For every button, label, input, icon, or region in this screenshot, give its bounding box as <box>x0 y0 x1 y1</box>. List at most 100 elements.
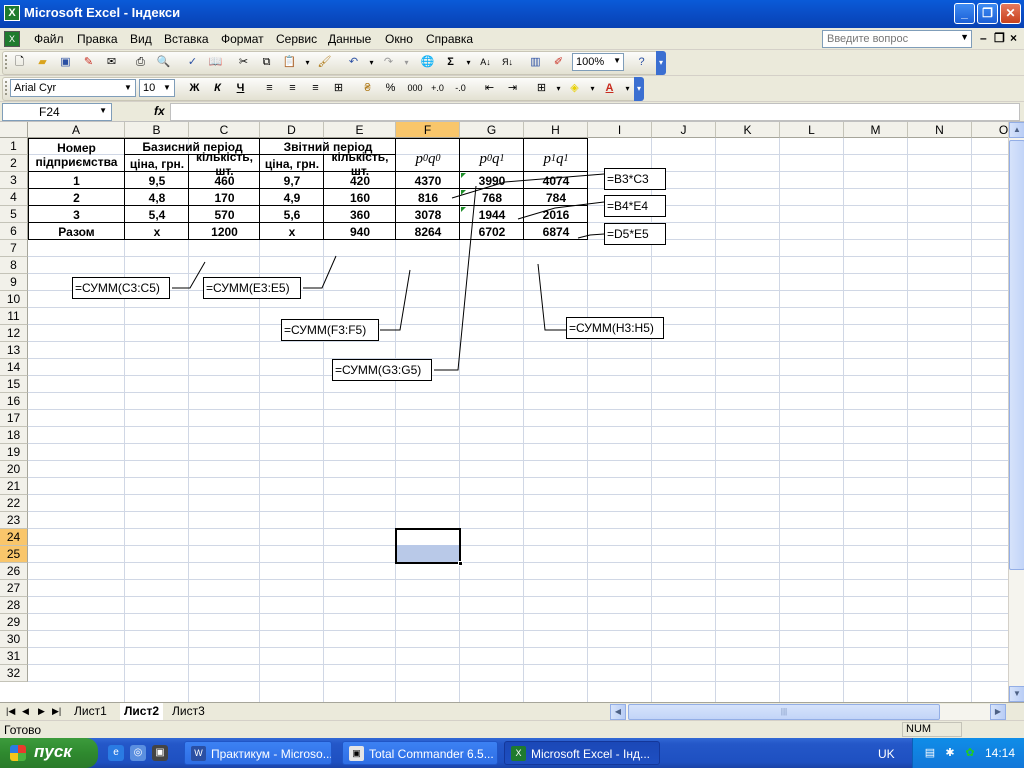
chevron-down-icon[interactable]: ▼ <box>99 106 107 115</box>
callout-sum-f[interactable]: =СУММ(F3:F5) <box>281 319 379 341</box>
start-button[interactable]: пуск <box>0 738 98 768</box>
sort-descending-icon[interactable]: Я↓ <box>500 55 515 70</box>
document-icon[interactable]: X <box>4 31 20 47</box>
format-painter-icon[interactable]: 🖌 <box>317 55 332 70</box>
sort-ascending-icon[interactable]: A↓ <box>478 55 493 70</box>
sheet-tab-2[interactable]: Лист2 <box>120 703 164 720</box>
undo-icon[interactable]: ↶ <box>346 55 361 70</box>
borders-icon[interactable]: ⊞ <box>534 81 549 96</box>
name-box[interactable]: F24 ▼ <box>2 103 112 121</box>
restore-button[interactable]: ❐ <box>977 3 998 24</box>
sheet-tab-1[interactable]: Лист1 <box>70 703 111 720</box>
internet-explorer-icon[interactable]: e <box>108 745 124 761</box>
save-disk-icon[interactable]: ▣ <box>152 745 168 761</box>
horizontal-scrollbar[interactable]: ◀ ||| ▶ <box>610 704 1006 720</box>
next-sheet-icon[interactable]: ▶ <box>38 706 45 717</box>
chevron-down-icon[interactable]: ▼ <box>613 56 621 65</box>
save-icon[interactable]: ▣ <box>58 55 73 70</box>
settings-tray-icon[interactable]: ✿ <box>963 746 977 760</box>
callout-b4e4[interactable]: =B4*E4 <box>604 195 666 217</box>
paste-dropdown-icon[interactable]: ▾ <box>300 55 315 70</box>
toolbar-grip[interactable] <box>5 81 8 95</box>
menu-file[interactable]: Файл <box>34 32 64 46</box>
scroll-right-icon[interactable]: ▶ <box>990 704 1006 720</box>
font-size-select[interactable]: 10 ▼ <box>139 79 175 97</box>
email-icon[interactable]: ✉ <box>104 55 119 70</box>
menu-window[interactable]: Окно <box>385 32 413 46</box>
drawing-icon[interactable]: ✐ <box>551 55 566 70</box>
permission-icon[interactable]: ✎ <box>81 55 96 70</box>
horizontal-scroll-thumb[interactable]: ||| <box>628 704 940 720</box>
menu-tools[interactable]: Сервис <box>276 32 317 46</box>
cut-icon[interactable]: ✂ <box>236 55 251 70</box>
hyperlink-icon[interactable]: 🌐 <box>420 55 435 70</box>
doc-minimize-button[interactable]: – <box>980 31 987 45</box>
underline-button[interactable]: Ч <box>233 81 248 96</box>
toolbar-grip[interactable] <box>5 55 8 69</box>
vertical-scrollbar[interactable]: ▲ ▼ <box>1008 122 1024 702</box>
fill-color-icon[interactable]: ◈ <box>567 81 582 96</box>
chevron-down-icon[interactable]: ▼ <box>960 32 969 42</box>
toolbar-options-icon[interactable]: ▾ <box>656 51 666 75</box>
chart-wizard-icon[interactable]: ▥ <box>528 55 543 70</box>
autosum-dropdown-icon[interactable]: ▾ <box>461 55 476 70</box>
font-color-icon[interactable]: A <box>602 81 617 96</box>
network-icon[interactable]: ▤ <box>923 746 937 760</box>
menu-help[interactable]: Справка <box>426 32 473 46</box>
currency-icon[interactable]: ₴ <box>360 81 375 96</box>
align-right-icon[interactable]: ≡ <box>308 81 323 96</box>
task-total-commander[interactable]: ▣ Total Commander 6.5... <box>342 741 498 765</box>
align-left-icon[interactable]: ≡ <box>262 81 277 96</box>
menu-format[interactable]: Формат <box>221 32 264 46</box>
borders-dropdown-icon[interactable]: ▾ <box>551 81 566 96</box>
task-excel[interactable]: X Microsoft Excel - Інд... <box>504 741 660 765</box>
redo-icon[interactable]: ↷ <box>381 55 396 70</box>
close-button[interactable]: ✕ <box>1000 3 1021 24</box>
callout-sum-h[interactable]: =СУММ(H3:H5) <box>566 317 664 339</box>
menu-edit[interactable]: Правка <box>77 32 118 46</box>
scroll-left-icon[interactable]: ◀ <box>610 704 626 720</box>
open-folder-icon[interactable]: ▰ <box>35 55 50 70</box>
decrease-decimal-icon[interactable]: -.0 <box>453 81 468 96</box>
spelling-icon[interactable]: ✓ <box>185 55 200 70</box>
callout-b3c3[interactable]: =B3*C3 <box>604 168 666 190</box>
excel-tray-icon[interactable]: ✱ <box>943 746 957 760</box>
worksheet-grid[interactable]: ABCDEFGHIJKLMNO 1 2 3 4 5 6 7 8 9 10 11 12 13 14 15 16 1… <box>0 122 1008 702</box>
minimize-button[interactable]: _ <box>954 3 975 24</box>
paste-icon[interactable]: 📋 <box>282 55 297 70</box>
research-icon[interactable]: 📖 <box>208 55 223 70</box>
excel-app-icon[interactable]: X <box>4 5 20 21</box>
fill-dropdown-icon[interactable]: ▾ <box>585 81 600 96</box>
new-document-icon[interactable]: 🗋 <box>12 55 27 70</box>
percent-button[interactable]: % <box>383 81 398 96</box>
callout-sum-e[interactable]: =СУММ(E3:E5) <box>203 277 301 299</box>
decrease-indent-icon[interactable]: ⇤ <box>482 81 497 96</box>
redo-dropdown-icon[interactable]: ▾ <box>399 55 414 70</box>
doc-restore-button[interactable]: ❐ <box>994 31 1005 45</box>
quick-launch-icon[interactable]: ◎ <box>130 745 146 761</box>
toolbar-options-icon[interactable]: ▾ <box>634 77 644 101</box>
font-color-dropdown-icon[interactable]: ▾ <box>620 81 635 96</box>
undo-dropdown-icon[interactable]: ▾ <box>364 55 379 70</box>
chevron-down-icon[interactable]: ▼ <box>122 81 134 95</box>
scroll-up-icon[interactable]: ▲ <box>1009 122 1024 138</box>
prev-sheet-icon[interactable]: ◀ <box>22 706 29 717</box>
increase-indent-icon[interactable]: ⇥ <box>505 81 520 96</box>
align-center-icon[interactable]: ≡ <box>285 81 300 96</box>
merge-center-icon[interactable]: ⊞ <box>331 81 346 96</box>
chevron-down-icon[interactable]: ▼ <box>161 81 173 95</box>
font-name-select[interactable]: Arial Cyr ▼ <box>10 79 136 97</box>
formula-input[interactable] <box>170 103 1020 121</box>
last-sheet-icon[interactable]: ▶| <box>52 706 61 717</box>
print-preview-icon[interactable]: 🔍 <box>156 55 171 70</box>
zoom-select[interactable]: 100% ▼ <box>572 53 624 71</box>
help-icon[interactable]: ? <box>634 55 649 70</box>
vertical-scroll-thumb[interactable] <box>1009 140 1024 570</box>
sheet-tab-3[interactable]: Лист3 <box>168 703 209 720</box>
insert-function-button[interactable]: fx <box>154 104 165 118</box>
italic-button[interactable]: К <box>210 81 225 96</box>
print-icon[interactable]: ⎙ <box>133 55 148 70</box>
ask-question-input[interactable]: Введите вопрос ▼ <box>822 30 972 48</box>
copy-icon[interactable]: ⧉ <box>259 55 274 70</box>
language-indicator[interactable]: UK <box>878 747 895 761</box>
